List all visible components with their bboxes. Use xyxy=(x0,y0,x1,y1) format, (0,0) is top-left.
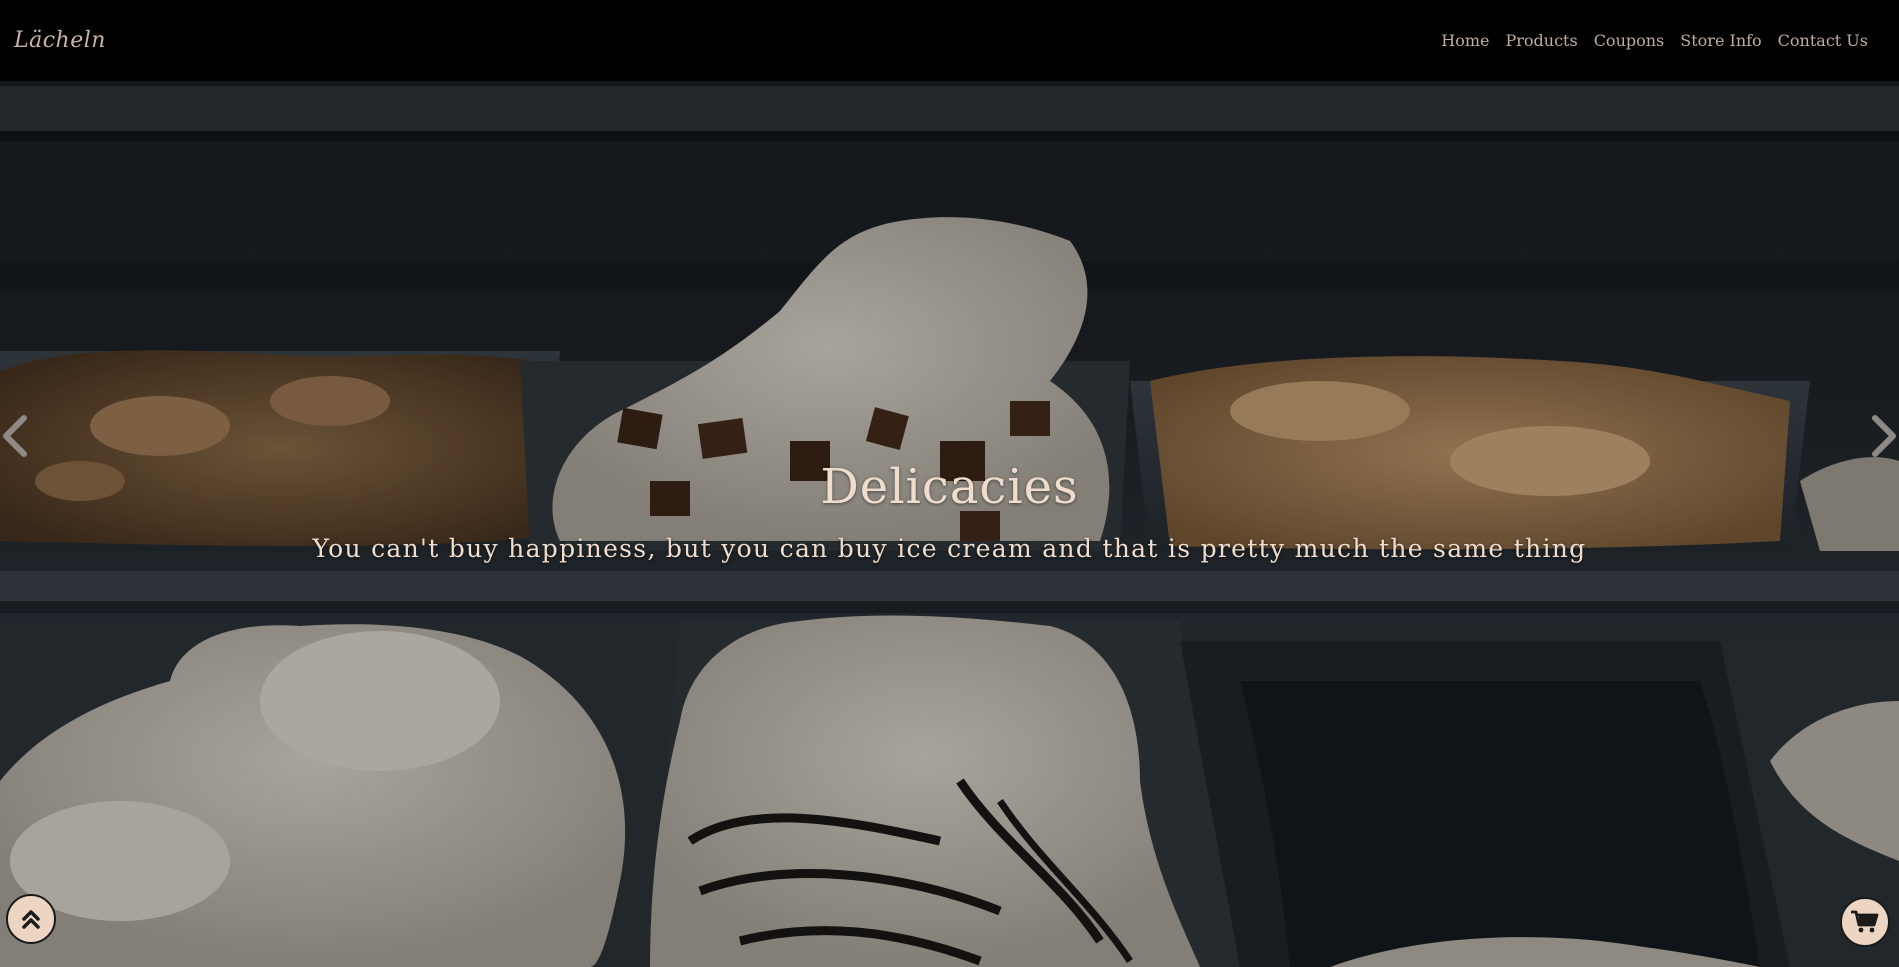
nav-link-coupons[interactable]: Coupons xyxy=(1586,31,1673,50)
navbar: Lächeln Home Products Coupons Store Info… xyxy=(0,0,1899,81)
chevron-right-icon xyxy=(1872,415,1896,457)
carousel-prev-button[interactable] xyxy=(0,406,36,466)
nav-links: Home Products Coupons Store Info Contact… xyxy=(1433,31,1876,50)
carousel-subtitle: You can't buy happiness, but you can buy… xyxy=(312,534,1587,563)
brand-logo[interactable]: Lächeln xyxy=(14,28,106,53)
carousel-title: Delicacies xyxy=(820,459,1079,515)
cart-icon xyxy=(1851,910,1879,933)
chevron-left-icon xyxy=(3,415,27,457)
nav-link-contact-us[interactable]: Contact Us xyxy=(1770,31,1876,50)
carousel-next-button[interactable] xyxy=(1863,406,1899,466)
scroll-to-top-button[interactable] xyxy=(6,894,56,944)
nav-link-home[interactable]: Home xyxy=(1433,31,1497,50)
cart-button[interactable] xyxy=(1840,897,1890,947)
hero-dark-overlay xyxy=(0,81,1899,967)
double-chevron-up-icon xyxy=(22,910,40,929)
hero-carousel: Delicacies You can't buy happiness, but … xyxy=(0,81,1899,967)
nav-link-products[interactable]: Products xyxy=(1497,31,1585,50)
nav-link-store-info[interactable]: Store Info xyxy=(1672,31,1769,50)
